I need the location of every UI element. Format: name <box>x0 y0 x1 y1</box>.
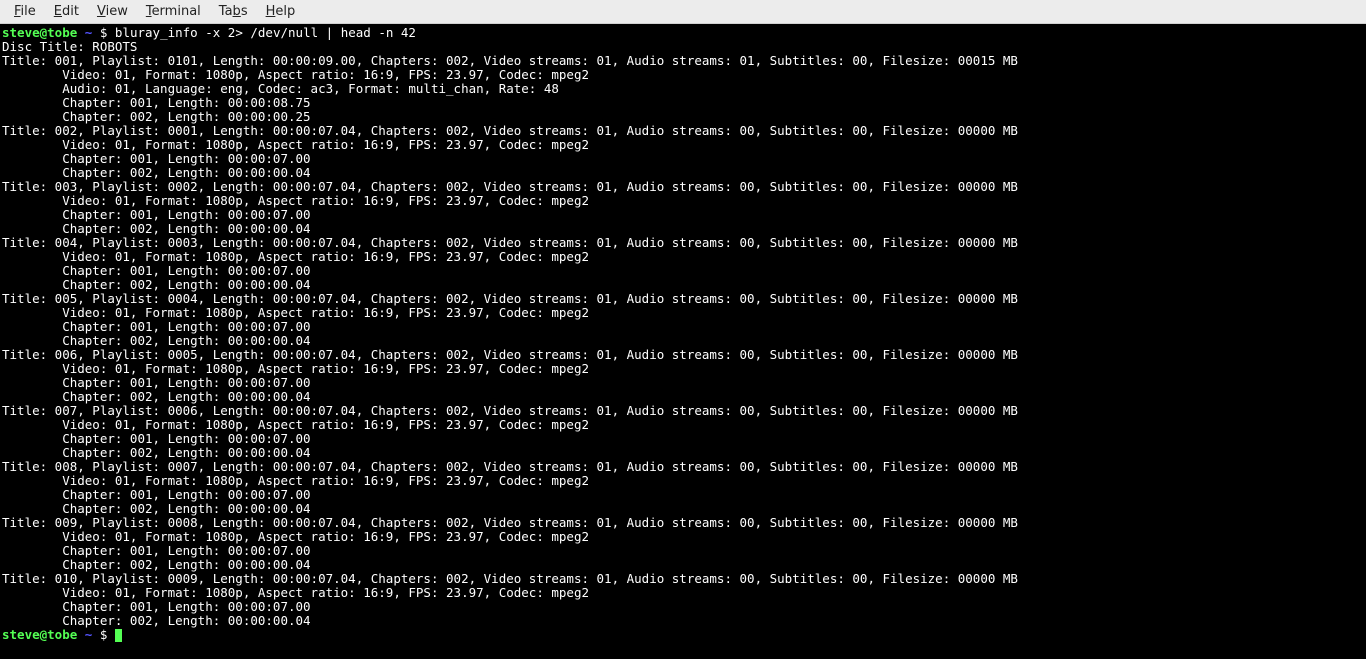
output-disc-title: Disc Title: ROBOTS <box>2 39 137 54</box>
prompt-dollar: $ <box>100 25 108 40</box>
cursor <box>115 629 122 642</box>
menu-help[interactable]: Help <box>258 2 304 21</box>
menu-file[interactable]: File <box>6 2 44 21</box>
terminal-area[interactable]: steve@tobe ~ $ bluray_info -x 2> /dev/nu… <box>0 24 1366 659</box>
menu-terminal[interactable]: Terminal <box>138 2 209 21</box>
menu-view[interactable]: View <box>89 2 136 21</box>
menu-edit[interactable]: Edit <box>46 2 87 21</box>
prompt-path: ~ <box>85 25 93 40</box>
command-text: bluray_info -x 2> /dev/null | head -n 42 <box>115 25 416 40</box>
output-titles: Title: 001, Playlist: 0101, Length: 00:0… <box>2 53 1018 628</box>
menubar: File Edit View Terminal Tabs Help <box>0 0 1366 24</box>
menu-tabs[interactable]: Tabs <box>211 2 256 21</box>
prompt-user: steve@tobe <box>2 25 77 40</box>
prompt-dollar-2: $ <box>100 627 108 642</box>
prompt-user-2: steve@tobe <box>2 627 77 642</box>
prompt-path-2: ~ <box>85 627 93 642</box>
